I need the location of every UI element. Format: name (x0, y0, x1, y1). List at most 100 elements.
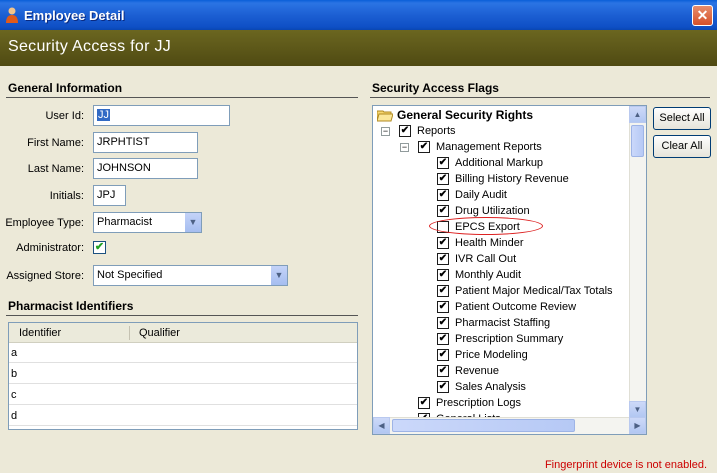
tree-node-report[interactable]: ✔ IVR Call Out (437, 252, 637, 268)
column-separator[interactable] (129, 326, 130, 340)
administrator-label: Administrator: (16, 242, 84, 254)
tree-checkbox[interactable]: ✔ (437, 253, 449, 265)
fingerprint-status-message: Fingerprint device is not enabled. (544, 459, 707, 471)
identifiers-table[interactable]: Identifier Qualifier a b c d (8, 322, 358, 430)
assigned-store-select[interactable]: Not Specified ▼ (93, 265, 288, 286)
tree-checkbox[interactable]: ✔ (437, 301, 449, 313)
tree-label: Sales Analysis (455, 381, 526, 393)
chevron-down-icon[interactable]: ▼ (184, 213, 201, 232)
tree-label: Revenue (455, 365, 500, 377)
tree-node-report[interactable]: ✔ Pharmacist Staffing (437, 316, 637, 332)
last-name-field[interactable]: JOHNSON (93, 158, 198, 179)
initials-field[interactable]: JPJ (93, 185, 126, 206)
scroll-left-icon[interactable]: ◀ (373, 417, 390, 434)
column-header-qualifier[interactable]: Qualifier (139, 327, 180, 339)
tree-node-report[interactable]: ✔ Revenue (437, 364, 637, 380)
table-row[interactable]: d (9, 406, 357, 426)
tree-label: Monthly Audit (455, 269, 522, 281)
user-id-field[interactable]: JJ (93, 105, 230, 126)
tree-node-management-reports[interactable]: − ✔ Management Reports (400, 140, 630, 156)
collapse-icon[interactable]: − (400, 143, 409, 152)
vertical-scroll-thumb[interactable] (631, 125, 644, 157)
vertical-scrollbar[interactable]: ▲ ▼ (629, 106, 646, 418)
tree-checkbox[interactable]: ✔ (418, 397, 430, 409)
tree-checkbox[interactable]: ✔ (437, 189, 449, 201)
tree-node-reports[interactable]: − ✔ Reports (381, 124, 621, 140)
tree-node-report[interactable]: ✔ Daily Audit (437, 188, 637, 204)
tree-checkbox[interactable]: ✔ (437, 205, 449, 217)
tree-checkbox[interactable]: ✔ (437, 237, 449, 249)
horizontal-scroll-thumb[interactable] (392, 419, 575, 432)
employee-type-label: Employee Type: (5, 217, 84, 229)
security-access-flags-heading: Security Access Flags (372, 81, 499, 95)
tree-checkbox[interactable]: ✔ (437, 285, 449, 297)
tree-checkbox[interactable]: ✔ (437, 317, 449, 329)
first-name-field[interactable]: JRPHTIST (93, 132, 198, 153)
section-divider (6, 315, 358, 316)
scroll-right-icon[interactable]: ▶ (629, 417, 646, 434)
horizontal-scrollbar[interactable]: ◀ ▶ (373, 417, 646, 434)
main-content: General Information User Id: JJ First Na… (0, 66, 717, 458)
table-row[interactable]: b (9, 364, 357, 384)
tree-checkbox[interactable]: ✔ (437, 365, 449, 377)
tree-checkbox[interactable]: ✔ (437, 381, 449, 393)
folder-open-icon (377, 110, 393, 122)
tree-label: Pharmacist Staffing (455, 317, 551, 329)
tree-label: Price Modeling (455, 349, 528, 361)
tree-label: IVR Call Out (455, 253, 517, 265)
tree-checkbox[interactable]: ✔ (418, 141, 430, 153)
section-divider (6, 97, 358, 98)
general-information-heading: General Information (8, 81, 123, 95)
tree-label: Health Minder (455, 237, 524, 249)
identifier-cell: d (11, 410, 18, 422)
window-title: Employee Detail (24, 8, 125, 23)
tree-checkbox[interactable]: ✔ (437, 173, 449, 185)
select-all-button[interactable]: Select All (653, 107, 711, 130)
security-rights-tree[interactable]: General Security Rights − ✔ Reports − ✔ … (372, 105, 647, 435)
tree-checkbox[interactable]: ✔ (437, 333, 449, 345)
scroll-up-icon[interactable]: ▲ (629, 106, 646, 123)
identifier-cell: b (11, 368, 18, 380)
administrator-checkbox[interactable]: ✔ (93, 241, 106, 254)
table-row[interactable]: c (9, 385, 357, 405)
tree-label: Patient Outcome Review (455, 301, 577, 313)
tree-checkbox[interactable]: ✔ (399, 125, 411, 137)
tree-label: Drug Utilization (455, 205, 530, 217)
chevron-down-icon[interactable]: ▼ (270, 266, 287, 285)
tree-label: General Security Rights (397, 108, 534, 122)
highlight-ellipse (429, 217, 543, 235)
scroll-down-icon[interactable]: ▼ (629, 401, 646, 418)
tree-label: Daily Audit (455, 189, 507, 201)
tree-node-report[interactable]: ✔ Additional Markup (437, 156, 637, 172)
initials-label: Initials: (49, 190, 84, 202)
tree-checkbox[interactable]: ✔ (437, 349, 449, 361)
assigned-store-label: Assigned Store: (6, 270, 84, 282)
tree-node-report[interactable]: ✔ Billing History Revenue (437, 172, 637, 188)
clear-all-button[interactable]: Clear All (653, 135, 711, 158)
tree-node-prescription-logs[interactable]: ✔ Prescription Logs (418, 396, 618, 412)
tree-node-report[interactable]: ✔ Patient Major Medical/Tax Totals (437, 284, 637, 300)
status-bar: Fingerprint device is not enabled. (0, 458, 717, 473)
tree-node-report[interactable]: ✔ Health Minder (437, 236, 637, 252)
tree-node-general-security-rights[interactable]: General Security Rights (377, 108, 627, 124)
section-divider (370, 97, 710, 98)
tree-node-report[interactable]: ✔ Prescription Summary (437, 332, 637, 348)
tree-node-report[interactable]: ✔ Monthly Audit (437, 268, 637, 284)
user-id-label: User Id: (45, 110, 84, 122)
employee-type-value: Pharmacist (97, 216, 153, 228)
tree-node-report[interactable]: ✔ Patient Outcome Review (437, 300, 637, 316)
first-name-label: First Name: (27, 137, 84, 149)
close-button[interactable]: ✕ (692, 5, 713, 26)
tree-checkbox[interactable]: ✔ (437, 157, 449, 169)
employee-type-select[interactable]: Pharmacist ▼ (93, 212, 202, 233)
identifier-cell: c (11, 389, 17, 401)
page-title: Security Access for JJ (8, 38, 172, 55)
column-header-identifier[interactable]: Identifier (19, 327, 61, 339)
tree-checkbox[interactable]: ✔ (437, 269, 449, 281)
tree-node-report[interactable]: ✔ Price Modeling (437, 348, 637, 364)
collapse-icon[interactable]: − (381, 127, 390, 136)
table-row[interactable]: a (9, 343, 357, 363)
tree-label: Management Reports (436, 141, 542, 153)
tree-node-report[interactable]: ✔ Sales Analysis (437, 380, 637, 396)
tree-label: Prescription Summary (455, 333, 564, 345)
